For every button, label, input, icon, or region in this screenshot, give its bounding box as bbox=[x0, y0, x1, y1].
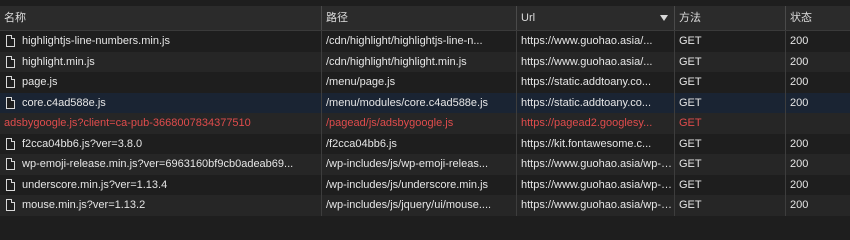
cell-url: https://www.guohao.asia/... bbox=[517, 51, 675, 72]
column-header-path[interactable]: 路径 bbox=[322, 6, 517, 30]
column-header-url[interactable]: Url bbox=[517, 6, 675, 30]
table-row-error[interactable]: adsbygoogle.js?client=ca-pub-36680078343… bbox=[0, 113, 850, 134]
cell-path: /menu/page.js bbox=[322, 72, 517, 93]
request-name: wp-emoji-release.min.js?ver=6963160bf9cb… bbox=[22, 158, 294, 170]
cell-name: f2cca04bb6.js?ver=3.8.0 bbox=[0, 133, 322, 154]
request-name: highlightjs-line-numbers.min.js bbox=[22, 35, 170, 47]
table-row-selected[interactable]: core.c4ad588e.js /menu/modules/core.c4ad… bbox=[0, 92, 850, 113]
column-header-status[interactable]: 状态 bbox=[786, 6, 850, 30]
cell-path: /f2cca04bb6.js bbox=[322, 133, 517, 154]
cell-method: GET bbox=[675, 92, 786, 113]
file-icon bbox=[6, 158, 15, 171]
cell-path: /cdn/highlight/highlight.min.js bbox=[322, 51, 517, 72]
sort-descending-icon[interactable] bbox=[660, 15, 668, 21]
cell-status: 200 bbox=[790, 76, 809, 88]
cell-name: mouse.min.js?ver=1.13.2 bbox=[0, 195, 322, 216]
cell-url: https://www.guohao.asia/... bbox=[517, 31, 675, 52]
table-row[interactable]: highlight.min.js /cdn/highlight/highligh… bbox=[0, 51, 850, 72]
cell-method: GET bbox=[675, 174, 786, 195]
request-name: adsbygoogle.js?client=ca-pub-36680078343… bbox=[4, 117, 251, 129]
file-icon bbox=[6, 76, 15, 89]
table-row[interactable]: page.js /menu/page.js https://static.add… bbox=[0, 72, 850, 93]
cell-url: https://kit.fontawesome.c... bbox=[517, 133, 675, 154]
column-header-name[interactable]: 名称 bbox=[0, 6, 322, 30]
table-row[interactable]: wp-emoji-release.min.js?ver=6963160bf9cb… bbox=[0, 154, 850, 175]
cell-method: GET bbox=[675, 113, 786, 134]
request-name: page.js bbox=[22, 76, 58, 88]
cell-name: highlight.min.js bbox=[0, 51, 322, 72]
file-icon bbox=[6, 199, 15, 212]
table-row[interactable]: f2cca04bb6.js?ver=3.8.0 /f2cca04bb6.js h… bbox=[0, 133, 850, 154]
cell-url: https://www.guohao.asia/wp-in... bbox=[517, 174, 675, 195]
table-row[interactable]: mouse.min.js?ver=1.13.2 /wp-includes/js/… bbox=[0, 195, 850, 216]
cell-name: wp-emoji-release.min.js?ver=6963160bf9cb… bbox=[0, 154, 322, 175]
column-header-method[interactable]: 方法 bbox=[675, 6, 786, 30]
column-header-url-label: Url bbox=[521, 12, 536, 24]
cell-name: page.js bbox=[0, 72, 322, 93]
cell-status: 200 bbox=[790, 55, 809, 68]
cell-status: 200 bbox=[790, 199, 809, 211]
cell-path: /wp-includes/js/jquery/ui/mouse.... bbox=[322, 195, 517, 216]
cell-status bbox=[786, 113, 850, 134]
file-icon bbox=[6, 35, 15, 48]
cell-url: https://www.guohao.asia/wp-in... bbox=[517, 195, 675, 216]
cell-method: GET bbox=[675, 51, 786, 72]
file-icon bbox=[6, 178, 15, 191]
table-row[interactable]: underscore.min.js?ver=1.13.4 /wp-include… bbox=[0, 174, 850, 195]
cell-name: adsbygoogle.js?client=ca-pub-36680078343… bbox=[0, 113, 322, 134]
file-icon bbox=[6, 96, 15, 109]
cell-path: /pagead/js/adsbygoogle.js bbox=[322, 113, 517, 134]
network-request-table: 名称 路径 Url 方法 状态 highlightjs-line-numbers… bbox=[0, 6, 850, 233]
cell-method: GET bbox=[675, 154, 786, 175]
cell-status: 200 bbox=[790, 35, 809, 47]
table-row[interactable]: highlightjs-line-numbers.min.js /cdn/hig… bbox=[0, 31, 850, 52]
cell-url: https://static.addtoany.co... bbox=[517, 92, 675, 113]
request-name: highlight.min.js bbox=[22, 55, 95, 68]
cell-url: https://pagead2.googlesy... bbox=[517, 113, 675, 134]
cell-method: GET bbox=[675, 133, 786, 154]
request-name: f2cca04bb6.js?ver=3.8.0 bbox=[22, 137, 143, 150]
cell-url: https://static.addtoany.co... bbox=[517, 72, 675, 93]
cell-path: /menu/modules/core.c4ad588e.js bbox=[322, 92, 517, 113]
cell-name: highlightjs-line-numbers.min.js bbox=[0, 31, 322, 52]
table-body: highlightjs-line-numbers.min.js /cdn/hig… bbox=[0, 31, 850, 216]
cell-path: /wp-includes/js/underscore.min.js bbox=[322, 174, 517, 195]
cell-status: 200 bbox=[790, 158, 809, 170]
table-header: 名称 路径 Url 方法 状态 bbox=[0, 6, 850, 31]
cell-method: GET bbox=[675, 31, 786, 52]
file-icon bbox=[6, 55, 15, 68]
cell-method: GET bbox=[675, 72, 786, 93]
cell-path: /cdn/highlight/highlightjs-line-n... bbox=[322, 31, 517, 52]
cell-status: 200 bbox=[790, 96, 809, 109]
cell-url: https://www.guohao.asia/wp-in... bbox=[517, 154, 675, 175]
cell-name: core.c4ad588e.js bbox=[0, 92, 322, 113]
cell-status: 200 bbox=[790, 137, 809, 150]
request-name: mouse.min.js?ver=1.13.2 bbox=[22, 199, 146, 211]
cell-name: underscore.min.js?ver=1.13.4 bbox=[0, 174, 322, 195]
request-name: underscore.min.js?ver=1.13.4 bbox=[22, 178, 168, 191]
cell-path: /wp-includes/js/wp-emoji-releas... bbox=[322, 154, 517, 175]
cell-status: 200 bbox=[790, 178, 809, 191]
file-icon bbox=[6, 137, 15, 150]
cell-method: GET bbox=[675, 195, 786, 216]
request-name: core.c4ad588e.js bbox=[22, 96, 106, 109]
